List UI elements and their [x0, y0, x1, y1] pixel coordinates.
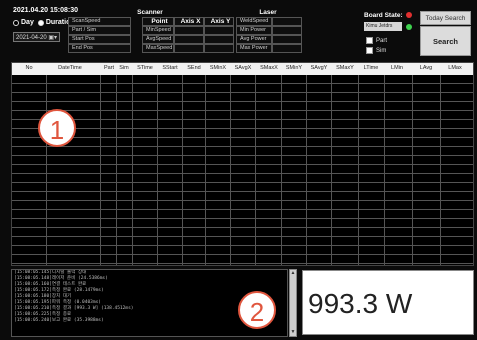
scanner-col-axisx: Axis X — [174, 17, 204, 26]
laser-value-cell — [272, 26, 302, 35]
scanner-label-scanspeed: ScanSpeed — [68, 17, 131, 26]
column-header-smaxx[interactable]: SMaxX — [257, 65, 281, 71]
laser-label-avgpower: Avg Power — [236, 35, 272, 44]
column-divider — [182, 75, 183, 265]
column-divider — [281, 75, 282, 265]
column-divider — [132, 75, 133, 265]
column-divider — [440, 75, 441, 265]
scanner-minspeed-label: MinSpeed — [142, 26, 174, 35]
green-status-led-icon — [406, 24, 412, 30]
laser-value-cell — [272, 17, 302, 26]
scanner-avgspeed-label: AvgSpeed — [142, 35, 174, 44]
column-divider — [116, 75, 117, 265]
laser-label-maxpower: Max Power — [236, 44, 272, 53]
column-divider — [306, 75, 307, 265]
checkbox-icon — [366, 37, 373, 44]
scanner-value-cell — [174, 44, 204, 53]
scanner-label-endpos: End Pos — [68, 44, 131, 53]
column-header-sminy[interactable]: SMinY — [283, 65, 305, 71]
column-header-sim[interactable]: Sim — [118, 65, 130, 71]
column-header-part[interactable]: Part — [102, 65, 116, 71]
search-button[interactable]: Search — [420, 26, 471, 56]
column-header-stime[interactable]: STime — [134, 65, 156, 71]
column-header-ltime[interactable]: LTime — [360, 65, 382, 71]
scanner-maxspeed-label: MaxSpeed — [142, 44, 174, 53]
annotation-badge-2: 2 — [238, 291, 276, 329]
scanner-value-cell — [174, 35, 204, 44]
radio-dot-icon — [13, 19, 19, 26]
scanner-value-cell — [204, 44, 234, 53]
column-header-sstart[interactable]: SStart — [159, 65, 181, 71]
radio-day[interactable]: Day — [13, 19, 34, 26]
scroll-down-arrow-icon[interactable]: ▼ — [290, 329, 296, 336]
scanner-label-startpos: Start Pos — [68, 35, 131, 44]
today-search-button[interactable]: Today Search — [420, 11, 471, 25]
date-picker[interactable]: 2021-04-20 ▣▾ — [13, 32, 60, 42]
checkbox-icon — [366, 47, 373, 54]
column-header-lavg[interactable]: LAvg — [416, 65, 436, 71]
column-divider — [384, 75, 385, 265]
annotation-badge-1: 1 — [38, 109, 76, 147]
scanner-col-point: Point — [142, 17, 174, 26]
log-scrollbar[interactable]: ▲ ▼ — [289, 269, 297, 337]
scanner-value-cell — [204, 26, 234, 35]
column-divider — [230, 75, 231, 265]
scanner-label-partsim: Part / Sim — [68, 26, 131, 35]
sim-checkbox-label: Sim — [376, 47, 387, 54]
table-header: No DateTime Part Sim STime SStart SEnd S… — [12, 63, 473, 75]
column-divider — [205, 75, 206, 265]
laser-value-cell — [272, 35, 302, 44]
scanner-value-cell — [174, 26, 204, 35]
power-readout: 993.3 W — [302, 270, 474, 335]
calendar-dropdown-icon[interactable]: ▣▾ — [48, 33, 57, 43]
results-table[interactable]: No DateTime Part Sim STime SStart SEnd S… — [11, 62, 474, 266]
column-header-lmin[interactable]: LMin — [387, 65, 407, 71]
radio-day-label: Day — [21, 19, 34, 26]
board-state-label: Board State: — [364, 12, 403, 19]
red-status-led-icon — [406, 12, 412, 18]
column-divider — [255, 75, 256, 265]
scanner-title: Scanner — [137, 9, 163, 16]
column-divider — [331, 75, 332, 265]
column-header-lmax[interactable]: LMax — [444, 65, 466, 71]
column-divider — [46, 75, 47, 265]
scroll-up-arrow-icon[interactable]: ▲ — [290, 270, 296, 277]
part-checkbox-label: Part — [376, 37, 388, 44]
column-header-smaxy[interactable]: SMaxY — [333, 65, 357, 71]
sim-checkbox[interactable]: Sim — [366, 47, 386, 54]
column-header-send[interactable]: SEnd — [184, 65, 204, 71]
column-divider — [157, 75, 158, 265]
board-status-field: Kimu Jetdrs — [364, 22, 402, 31]
laser-value-cell — [272, 44, 302, 53]
radio-dot-icon — [37, 19, 44, 26]
scanner-value-cell — [204, 35, 234, 44]
table-body[interactable] — [12, 75, 473, 265]
column-header-savgx[interactable]: SAvgX — [232, 65, 254, 71]
laser-title: Laser — [259, 9, 277, 16]
column-header-savgy[interactable]: SAvgY — [308, 65, 330, 71]
column-divider — [100, 75, 101, 265]
date-value: 2021-04-20 — [16, 35, 47, 41]
column-header-no[interactable]: No — [22, 65, 36, 71]
laser-label-minpower: Min Power — [236, 26, 272, 35]
part-checkbox[interactable]: Part — [366, 37, 387, 44]
column-divider — [358, 75, 359, 265]
scanner-col-axisy: Axis Y — [204, 17, 234, 26]
laser-label-weldspeed: WeldSpeed — [236, 17, 272, 26]
column-header-sminx[interactable]: SMinX — [207, 65, 229, 71]
column-divider — [412, 75, 413, 265]
column-header-datetime[interactable]: DateTime — [56, 65, 84, 71]
